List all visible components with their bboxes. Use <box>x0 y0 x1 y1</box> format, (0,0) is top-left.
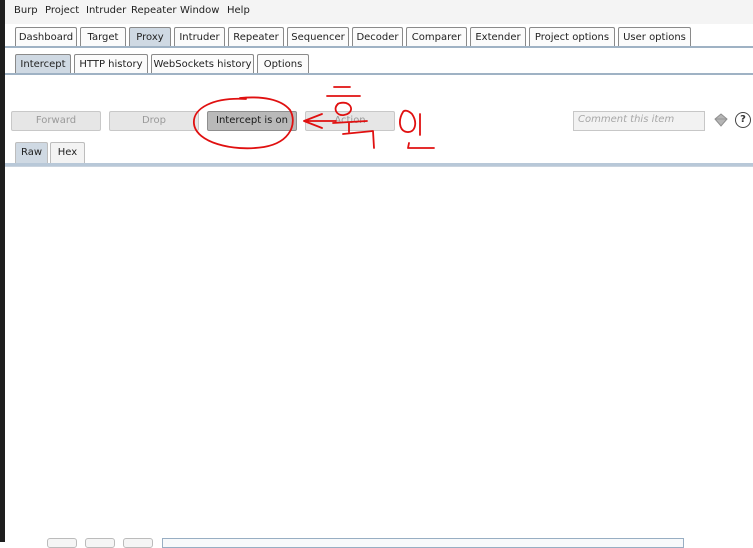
tab-http-history[interactable]: HTTP history <box>74 54 148 74</box>
menu-repeater[interactable]: Repeater <box>131 5 176 16</box>
tab-raw[interactable]: Raw <box>15 142 48 163</box>
menu-project[interactable]: Project <box>45 5 79 16</box>
menu-burp[interactable]: Burp <box>14 5 38 16</box>
search-previous-button[interactable] <box>85 538 115 548</box>
tab-target[interactable]: Target <box>80 27 126 47</box>
tab-options[interactable]: Options <box>257 54 309 74</box>
tab-dashboard[interactable]: Dashboard <box>15 27 77 47</box>
help-icon[interactable]: ? <box>735 112 751 128</box>
menu-window[interactable]: Window <box>180 5 219 16</box>
forward-button[interactable]: Forward <box>11 111 101 131</box>
tab-hex[interactable]: Hex <box>50 142 85 163</box>
intercept-toggle-button[interactable]: Intercept is on <box>207 111 297 131</box>
tab-repeater[interactable]: Repeater <box>228 27 284 47</box>
proxy-tab-bar: Intercept HTTP history WebSockets histor… <box>5 53 753 75</box>
main-tab-underline <box>5 46 753 48</box>
tab-intercept[interactable]: Intercept <box>15 54 71 74</box>
tab-user-options[interactable]: User options <box>618 27 691 47</box>
message-editor[interactable] <box>5 166 753 543</box>
burp-window: Burp Project Intruder Repeater Window He… <box>0 0 753 548</box>
search-input[interactable] <box>162 538 684 548</box>
tab-project-options[interactable]: Project options <box>529 27 615 47</box>
menu-intruder[interactable]: Intruder <box>86 5 126 16</box>
menu-bar: Burp Project Intruder Repeater Window He… <box>5 0 753 24</box>
tab-proxy[interactable]: Proxy <box>129 27 171 47</box>
search-help-button[interactable] <box>47 538 77 548</box>
drop-button[interactable]: Drop <box>109 111 199 131</box>
tab-websockets-history[interactable]: WebSockets history <box>151 54 254 74</box>
highlight-diamond-icon[interactable] <box>713 112 729 128</box>
tab-sequencer[interactable]: Sequencer <box>287 27 349 47</box>
intercept-toolbar: Forward Drop Intercept is on Action Comm… <box>5 108 753 136</box>
proxy-tab-underline <box>5 73 753 75</box>
search-next-button[interactable] <box>123 538 153 548</box>
tab-extender[interactable]: Extender <box>470 27 526 47</box>
comment-input[interactable]: Comment this item <box>573 111 705 131</box>
tab-intruder[interactable]: Intruder <box>174 27 225 47</box>
message-view-tab-bar: Raw Hex <box>5 142 753 164</box>
tab-comparer[interactable]: Comparer <box>406 27 467 47</box>
action-button[interactable]: Action <box>305 111 395 131</box>
menu-help[interactable]: Help <box>227 5 250 16</box>
tab-decoder[interactable]: Decoder <box>352 27 403 47</box>
